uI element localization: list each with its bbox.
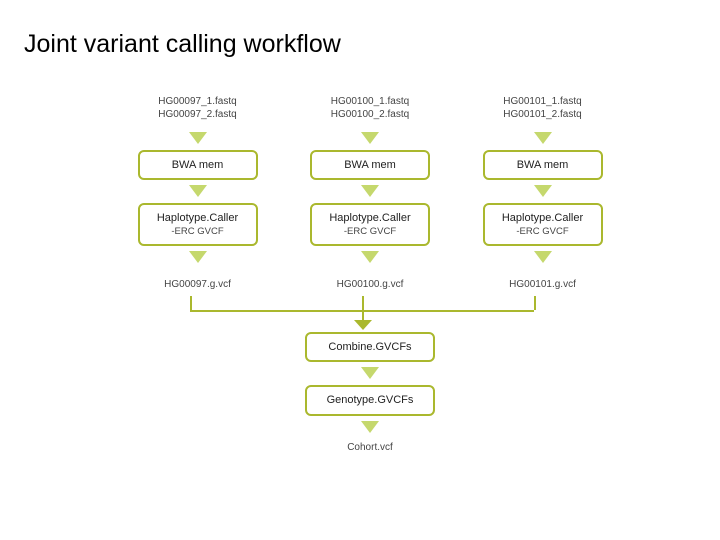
fastq-file: HG00101_1.fastq bbox=[503, 95, 581, 108]
hc-title: Haplotype.Caller bbox=[144, 211, 252, 225]
arrow-down-icon bbox=[361, 421, 379, 433]
hc-opt: -ERC GVCF bbox=[489, 226, 597, 238]
arrow-down-icon bbox=[534, 185, 552, 197]
arrow-down-icon bbox=[361, 185, 379, 197]
arrow-down-icon bbox=[361, 251, 379, 263]
arrow-down-icon bbox=[189, 251, 207, 263]
fastq-file: HG00100_2.fastq bbox=[331, 108, 409, 121]
connector-line bbox=[534, 296, 536, 310]
arrow-down-icon bbox=[534, 132, 552, 144]
hc-title: Haplotype.Caller bbox=[489, 211, 597, 225]
connector-line bbox=[362, 310, 364, 320]
input-files-1: HG00097_1.fastq HG00097_2.fastq bbox=[158, 95, 236, 121]
bwa-step-1: BWA mem bbox=[138, 150, 258, 180]
connector-line bbox=[362, 296, 364, 310]
genotype-step: Genotype.GVCFs bbox=[305, 385, 435, 415]
fastq-file: HG00097_2.fastq bbox=[158, 108, 236, 121]
lane-1: HG00097_1.fastq HG00097_2.fastq BWA mem … bbox=[130, 95, 265, 292]
merge-connector bbox=[130, 296, 610, 332]
hc-step-1: Haplotype.Caller -ERC GVCF bbox=[138, 203, 258, 246]
lane-3: HG00101_1.fastq HG00101_2.fastq BWA mem … bbox=[475, 95, 610, 292]
connector-line bbox=[190, 296, 192, 310]
arrow-down-icon bbox=[534, 251, 552, 263]
input-files-2: HG00100_1.fastq HG00100_2.fastq bbox=[331, 95, 409, 121]
input-files-3: HG00101_1.fastq HG00101_2.fastq bbox=[503, 95, 581, 121]
lane-2: HG00100_1.fastq HG00100_2.fastq BWA mem … bbox=[303, 95, 438, 292]
gvcf-output-2: HG00100.g.vcf bbox=[337, 279, 404, 290]
hc-opt: -ERC GVCF bbox=[144, 226, 252, 238]
slide-title: Joint variant calling workflow bbox=[24, 30, 341, 59]
bwa-step-3: BWA mem bbox=[483, 150, 603, 180]
parallel-lanes: HG00097_1.fastq HG00097_2.fastq BWA mem … bbox=[130, 95, 610, 292]
final-output: Cohort.vcf bbox=[347, 442, 393, 453]
arrow-down-icon bbox=[361, 367, 379, 379]
hc-title: Haplotype.Caller bbox=[316, 211, 424, 225]
arrow-down-icon bbox=[189, 132, 207, 144]
hc-step-3: Haplotype.Caller -ERC GVCF bbox=[483, 203, 603, 246]
gvcf-output-1: HG00097.g.vcf bbox=[164, 279, 231, 290]
joint-steps: Combine.GVCFs Genotype.GVCFs Cohort.vcf bbox=[130, 332, 610, 453]
fastq-file: HG00097_1.fastq bbox=[158, 95, 236, 108]
arrow-down-icon bbox=[189, 185, 207, 197]
hc-step-2: Haplotype.Caller -ERC GVCF bbox=[310, 203, 430, 246]
fastq-file: HG00100_1.fastq bbox=[331, 95, 409, 108]
workflow-diagram: HG00097_1.fastq HG00097_2.fastq BWA mem … bbox=[130, 95, 610, 453]
hc-opt: -ERC GVCF bbox=[316, 226, 424, 238]
combine-step: Combine.GVCFs bbox=[305, 332, 435, 362]
arrow-down-icon bbox=[354, 320, 372, 330]
arrow-down-icon bbox=[361, 132, 379, 144]
fastq-file: HG00101_2.fastq bbox=[503, 108, 581, 121]
bwa-step-2: BWA mem bbox=[310, 150, 430, 180]
gvcf-output-3: HG00101.g.vcf bbox=[509, 279, 576, 290]
